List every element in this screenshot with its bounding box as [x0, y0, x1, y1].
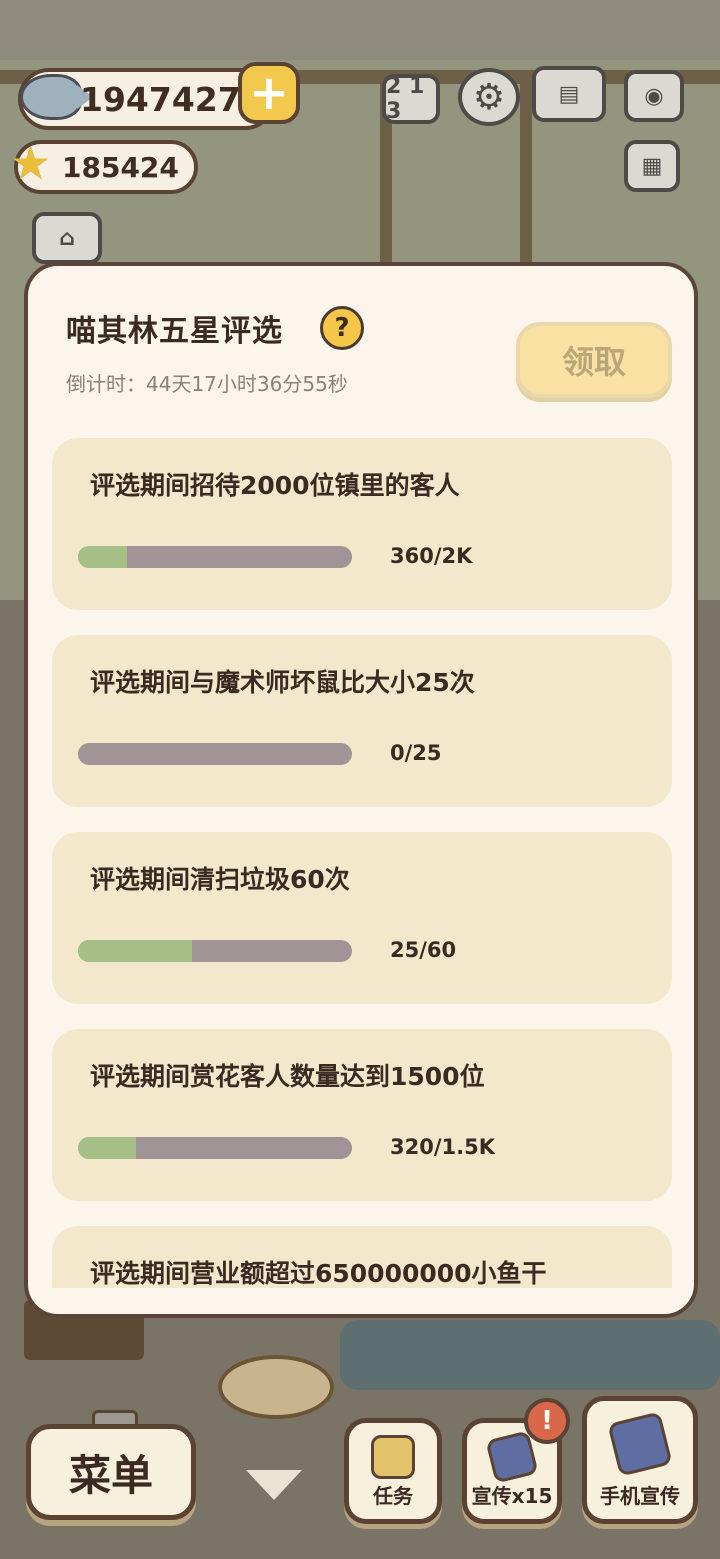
plus-icon: + — [248, 65, 290, 121]
task-list[interactable]: 评选期间招待2000位镇里的客人 360/2K 评选期间与魔术师坏鼠比大小25次… — [52, 438, 672, 1288]
task-card: 评选期间营业额超过650000000小鱼干 — [52, 1226, 672, 1288]
tasks-label: 任务 — [373, 1484, 413, 1508]
task-progress-fill — [78, 546, 128, 568]
background-plate — [218, 1355, 334, 1419]
task-card: 评选期间与魔术师坏鼠比大小25次 0/25 — [52, 635, 672, 807]
add-currency-button[interactable]: + — [238, 62, 300, 124]
phone-promote-label: 手机宣传 — [600, 1484, 680, 1508]
task-progress-fill — [78, 1137, 137, 1159]
camera-button[interactable]: ◉ — [624, 70, 684, 122]
promote-label: 宣传x15 — [471, 1484, 553, 1508]
task-progress-text: 320/1.5K — [390, 1135, 495, 1159]
phone-promote-button[interactable]: 手机宣传 — [582, 1396, 698, 1524]
camera-icon: ◉ — [644, 83, 664, 109]
chevron-down-icon[interactable] — [246, 1470, 302, 1500]
countdown-timer: 倒计时：44天17小时36分55秒 — [66, 372, 348, 396]
star-currency: ★ 185424 — [10, 140, 198, 194]
task-progress-bar — [78, 743, 352, 765]
flyer-icon — [485, 1430, 539, 1484]
menu-button[interactable]: 菜单 — [26, 1424, 196, 1520]
podium-icon: 2 1 3 — [386, 74, 425, 124]
task-progress-text: 25/60 — [390, 938, 457, 962]
album-button[interactable]: ▤ — [532, 66, 606, 122]
task-card: 评选期间清扫垃圾60次 25/60 — [52, 832, 672, 1004]
newspaper-button[interactable]: ▦ — [624, 140, 680, 192]
shop-icon: ⌂ — [59, 225, 75, 251]
gear-icon: ⚙ — [472, 76, 506, 118]
task-title: 评选期间招待2000位镇里的客人 — [90, 471, 460, 500]
task-progress-fill — [78, 940, 193, 962]
phone-flyer-icon — [607, 1411, 673, 1477]
settings-button[interactable]: ⚙ — [458, 68, 520, 126]
ranking-button[interactable]: 2 1 3 — [382, 74, 440, 124]
tasks-button[interactable]: 任务 — [344, 1418, 442, 1524]
task-title: 评选期间营业额超过650000000小鱼干 — [90, 1259, 547, 1288]
book-icon: ▤ — [558, 81, 580, 107]
task-progress-bar — [78, 546, 352, 568]
help-icon[interactable]: ? — [320, 306, 364, 350]
claim-button[interactable]: 领取 — [516, 322, 672, 398]
star-icon: ★ — [10, 136, 52, 190]
panel-title: 喵其林五星评选 — [66, 314, 283, 349]
checklist-icon — [371, 1435, 415, 1479]
michelin-rating-panel: 喵其林五星评选 ? 倒计时：44天17小时36分55秒 领取 评选期间招待200… — [24, 262, 698, 1318]
shop-button[interactable]: ⌂ — [32, 212, 102, 264]
task-progress-text: 360/2K — [390, 544, 473, 568]
task-title: 评选期间与魔术师坏鼠比大小25次 — [90, 668, 475, 697]
task-progress-bar — [78, 1137, 352, 1159]
task-card: 评选期间招待2000位镇里的客人 360/2K — [52, 438, 672, 610]
newspaper-icon: ▦ — [641, 153, 663, 179]
star-count: 185424 — [62, 150, 179, 184]
fish-count: 1947427 — [80, 79, 241, 119]
background-beam — [520, 80, 532, 280]
task-title: 评选期间清扫垃圾60次 — [90, 865, 350, 894]
task-title: 评选期间赏花客人数量达到1500位 — [90, 1062, 485, 1091]
fish-icon — [20, 74, 93, 120]
alert-badge: ! — [524, 1398, 570, 1444]
task-progress-text: 0/25 — [390, 741, 442, 765]
task-progress-bar — [78, 940, 352, 962]
background-table — [340, 1320, 720, 1390]
task-card: 评选期间赏花客人数量达到1500位 320/1.5K — [52, 1029, 672, 1201]
